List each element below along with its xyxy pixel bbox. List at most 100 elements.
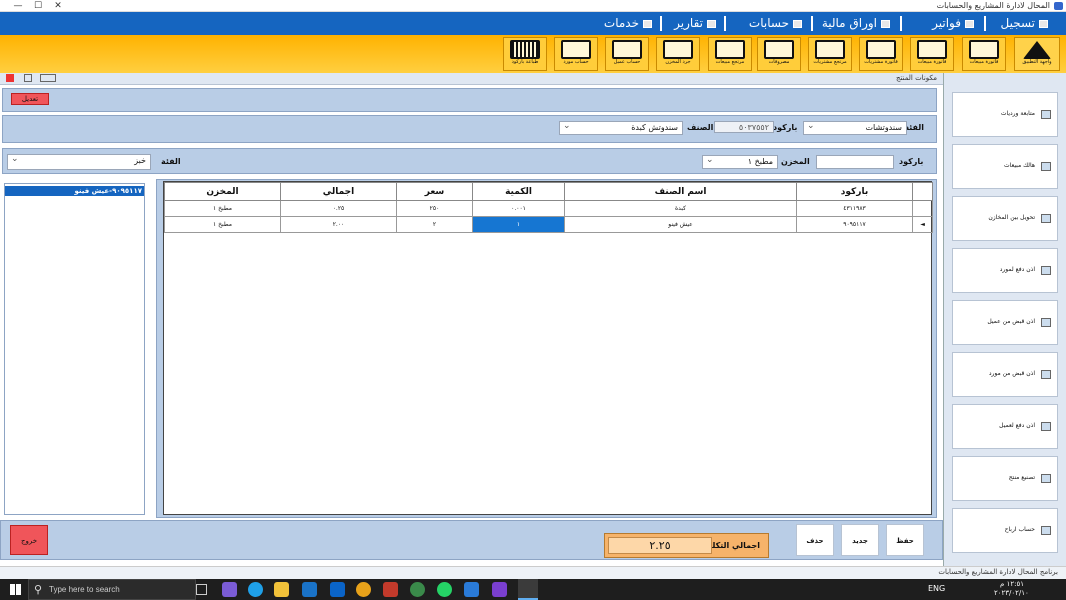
- side-store-transfer[interactable]: تحويل بين المخازن: [952, 196, 1058, 241]
- form-minimize-icon[interactable]: [40, 74, 56, 82]
- barcode-field[interactable]: ٥٠٣٧٥٥٢: [714, 121, 774, 133]
- toolbar-sales-invoice[interactable]: فاتورة مبيعات: [962, 37, 1006, 71]
- item-select[interactable]: سندوتش كبدة: [559, 121, 683, 135]
- column-header[interactable]: الكمية: [472, 182, 565, 201]
- product-section: الفئة سندوتشات باركود ٥٠٣٧٥٥٢ الصنف سندو…: [2, 115, 937, 143]
- toolbar-sales-invoice-2[interactable]: فاتورة مبيعات: [910, 37, 954, 71]
- menu-icon: [643, 19, 652, 28]
- menu-separator: [660, 16, 662, 31]
- table-row[interactable]: ◄ ٩٠٩٥١١٧ عيش فينو ١ ٢ ٢.٠٠ مطبخ ١: [164, 216, 933, 233]
- menu-separator: [811, 16, 813, 31]
- clock-date[interactable]: ٢٠٢٣/٠٢/١٠: [994, 589, 1029, 597]
- column-header[interactable]: سعر: [396, 182, 473, 201]
- side-supplier-receipt[interactable]: اذن قبض من مورد: [952, 352, 1058, 397]
- new-button[interactable]: جديد: [841, 524, 879, 556]
- side-customer-receipt[interactable]: اذن قبض من عميل: [952, 300, 1058, 345]
- column-header[interactable]: اجمالي: [280, 182, 397, 201]
- cell-total[interactable]: ٠.٢٥: [280, 200, 397, 217]
- barcode2-field[interactable]: [816, 155, 894, 169]
- side-manufacture-product[interactable]: تصنيع منتج: [952, 456, 1058, 501]
- toolbar-inventory[interactable]: جرد المخزن: [656, 37, 700, 71]
- save-button[interactable]: حفظ: [886, 524, 924, 556]
- menu-invoices[interactable]: فواتير: [932, 15, 974, 32]
- cell-quantity[interactable]: ١: [472, 216, 565, 233]
- store-icon[interactable]: [302, 582, 317, 597]
- items-list[interactable]: ٩٠٩٥١١٧-عيش فينو: [4, 183, 145, 515]
- word-icon[interactable]: [464, 582, 479, 597]
- visual-studio-icon[interactable]: [492, 582, 507, 597]
- cell-store[interactable]: مطبخ ١: [164, 216, 281, 233]
- cell-item-name[interactable]: عيش فينو: [564, 216, 797, 233]
- language-indicator[interactable]: ENG: [928, 584, 945, 593]
- edit-button[interactable]: تعديل: [11, 93, 49, 105]
- filter-section: باركود المخزن مطبخ ١ الفئة خبز: [2, 148, 937, 174]
- components-grid[interactable]: باركود اسم الصنف الكمية سعر اجمالي المخز…: [163, 181, 933, 515]
- column-header[interactable]: المخزن: [164, 182, 281, 201]
- toolbar-purchase-invoice[interactable]: فاتورة مشتريات: [859, 37, 903, 71]
- office-icon[interactable]: [383, 582, 398, 597]
- category-select[interactable]: سندوتشات: [803, 121, 907, 135]
- cell-quantity[interactable]: ٠.٠٠١: [472, 200, 565, 217]
- windows-start-icon[interactable]: [10, 584, 21, 595]
- file-explorer-icon[interactable]: [274, 582, 289, 597]
- search-icon: ⚲: [34, 583, 43, 596]
- toolbar-sales-returns[interactable]: مرتجع مبيعات: [708, 37, 752, 71]
- return-icon: [715, 40, 745, 59]
- side-customer-payment[interactable]: اذن دفع لعميل: [952, 404, 1058, 449]
- delete-button[interactable]: حذف: [796, 524, 834, 556]
- calculator-icon: [917, 40, 947, 59]
- barcode2-label: باركود: [899, 157, 924, 166]
- side-supplier-payment[interactable]: اذن دفع لمورد: [952, 248, 1058, 293]
- row-header-cell[interactable]: ◄: [912, 216, 933, 233]
- whatsapp-icon[interactable]: [437, 582, 452, 597]
- menu-reports[interactable]: تقارير: [674, 15, 716, 32]
- form-title: مكونات المنتج: [896, 74, 937, 82]
- cell-price[interactable]: ٢٥٠: [396, 200, 473, 217]
- cell-item-name[interactable]: كبدة: [564, 200, 797, 217]
- store-select[interactable]: مطبخ ١: [702, 155, 778, 169]
- toolbar-expenses[interactable]: مصروفات: [757, 37, 801, 71]
- row-header-cell[interactable]: [912, 200, 933, 217]
- menu-accounts[interactable]: حسابات: [749, 15, 802, 32]
- toolbar-home[interactable]: واجهة التطبيق: [1014, 37, 1060, 71]
- category2-select[interactable]: خبز: [7, 154, 151, 170]
- chrome-icon[interactable]: [356, 582, 371, 597]
- cell-total[interactable]: ٢.٠٠: [280, 216, 397, 233]
- side-shift-tracking[interactable]: متابعة ورديات: [952, 92, 1058, 137]
- task-view-icon[interactable]: [196, 584, 207, 595]
- active-app-icon[interactable]: [518, 579, 538, 600]
- toolbar-supplier-account[interactable]: حساب مورد: [554, 37, 598, 71]
- form-close-icon[interactable]: [6, 74, 14, 82]
- clock-time[interactable]: ١٢:٥١ م: [1000, 580, 1024, 588]
- taskbar-search[interactable]: ⚲ Type here to search: [28, 579, 196, 600]
- cell-barcode[interactable]: ٩٠٩٥١١٧: [796, 216, 913, 233]
- cell-barcode[interactable]: ٤٣١١٩٨٣: [796, 200, 913, 217]
- close-button[interactable]: ✕: [48, 0, 68, 12]
- edge-icon[interactable]: [248, 582, 263, 597]
- side-sales-waste[interactable]: هالك مبيعات: [952, 144, 1058, 189]
- cell-price[interactable]: ٢: [396, 216, 473, 233]
- form-restore-icon[interactable]: [24, 74, 32, 82]
- menu-register[interactable]: تسجيل: [1001, 15, 1048, 32]
- table-row[interactable]: ٤٣١١٩٨٣ كبدة ٠.٠٠١ ٢٥٠ ٠.٢٥ مطبخ ١: [164, 200, 933, 217]
- category2-label: الفئة: [161, 157, 181, 166]
- toolbar-purchase-returns[interactable]: مرتجع مشتريات: [808, 37, 852, 71]
- toolbar-print-barcode[interactable]: طباعة باركود: [503, 37, 547, 71]
- restore-button[interactable]: ☐: [28, 0, 48, 12]
- chart-icon: [1041, 162, 1051, 171]
- column-header[interactable]: باركود: [796, 182, 913, 201]
- column-header[interactable]: اسم الصنف: [564, 182, 797, 201]
- side-profit-calc[interactable]: حساب ارباح: [952, 508, 1058, 553]
- toolbar-customer-account[interactable]: حساب عميل: [605, 37, 649, 71]
- exit-button[interactable]: خروج: [10, 525, 48, 555]
- cell-store[interactable]: مطبخ ١: [164, 200, 281, 217]
- list-item[interactable]: ٩٠٩٥١١٧-عيش فينو: [5, 186, 144, 196]
- outlook-icon[interactable]: [330, 582, 345, 597]
- copilot-icon[interactable]: [222, 582, 237, 597]
- menu-separator: [724, 16, 726, 31]
- components-table: باركود اسم الصنف الكمية سعر اجمالي المخز…: [164, 182, 933, 233]
- menu-financial-papers[interactable]: اوراق مالية: [822, 15, 890, 32]
- app-icon-green[interactable]: [410, 582, 425, 597]
- menu-services[interactable]: خدمات: [604, 15, 652, 32]
- minimize-button[interactable]: —: [8, 0, 28, 12]
